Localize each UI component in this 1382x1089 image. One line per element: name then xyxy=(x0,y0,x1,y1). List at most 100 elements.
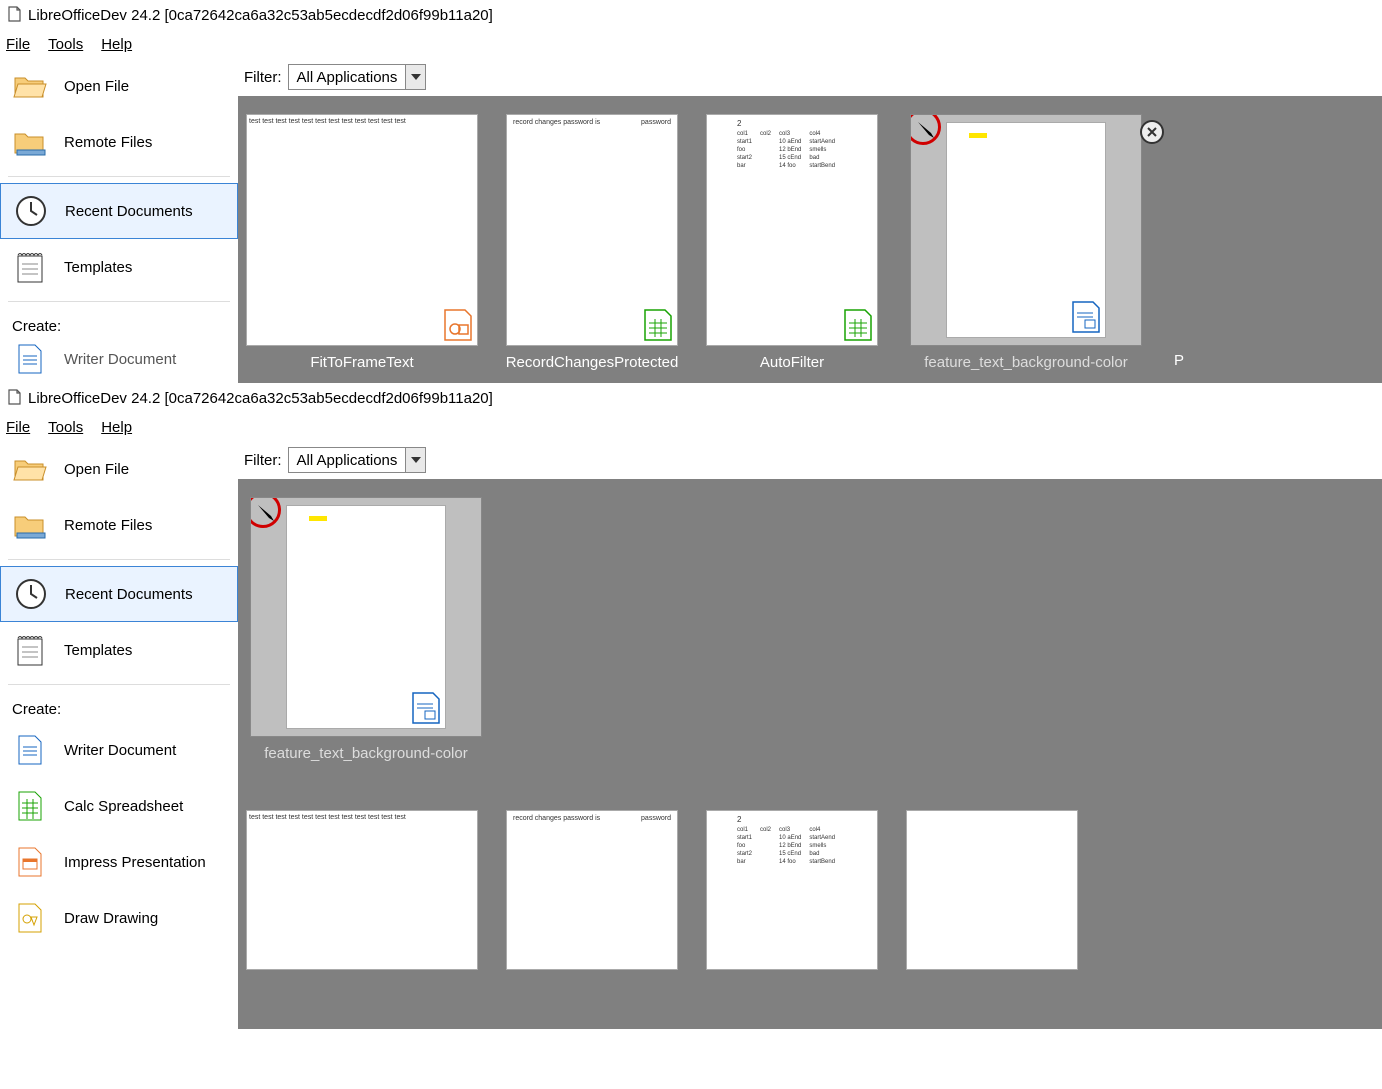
separator xyxy=(8,559,230,560)
impress-icon xyxy=(12,844,48,880)
sidebar-label: Impress Presentation xyxy=(64,854,206,871)
recent-doc[interactable]: record changes password is password Reco… xyxy=(506,114,678,371)
draw-icon xyxy=(12,900,48,936)
filter-label: Filter: xyxy=(244,69,282,86)
menubar: File Tools Help xyxy=(0,30,1382,58)
recent-gallery: test test test test test test test test … xyxy=(238,96,1382,383)
clock-icon xyxy=(13,193,49,229)
writer-file-icon xyxy=(411,692,441,724)
filter-dropdown[interactable]: All Applications xyxy=(288,447,427,473)
menu-file[interactable]: File xyxy=(6,36,30,53)
recent-gallery: feature_text_background-color test test … xyxy=(238,479,1382,1029)
folder-open-icon xyxy=(12,68,48,104)
chevron-down-icon[interactable] xyxy=(405,448,425,472)
main-area: Filter: All Applications xyxy=(238,441,1382,1029)
sidebar-remote-files[interactable]: Remote Files xyxy=(0,497,238,553)
writer-file-icon xyxy=(1071,301,1101,333)
sidebar-remote-files[interactable]: Remote Files xyxy=(0,114,238,170)
filter-value: All Applications xyxy=(289,69,406,86)
sidebar-label: Templates xyxy=(64,642,132,659)
separator xyxy=(8,176,230,177)
sidebar-templates[interactable]: Templates xyxy=(0,622,238,678)
sidebar-writer[interactable]: Writer Document xyxy=(0,722,238,778)
recent-doc[interactable]: 2 col1col2col3col4start110 aEndstartAend… xyxy=(706,810,878,970)
recent-doc-selected[interactable]: feature_text_background-color xyxy=(246,497,486,762)
recent-doc[interactable]: 2 col1col2col3col4start110 aEndstartAend… xyxy=(706,114,878,371)
recent-doc[interactable]: test test test test test test test test … xyxy=(246,810,478,970)
sidebar-label: Writer Document xyxy=(64,351,176,368)
remove-recent-button[interactable] xyxy=(1140,120,1164,144)
menu-tools[interactable]: Tools xyxy=(48,36,83,53)
sidebar-label: Recent Documents xyxy=(65,586,193,603)
templates-icon xyxy=(12,249,48,285)
thumbnail: 2 col1col2col3col4start110 aEndstartAend… xyxy=(706,114,878,346)
doc-preview-table: col1col2col3col4start110 aEndstartAendfo… xyxy=(707,115,877,171)
doc-preview-text: test test test test test test test test … xyxy=(247,811,477,824)
sidebar-templates[interactable]: Templates xyxy=(0,239,238,295)
doc-preview-table: col1col2col3col4start110 aEndstartAendfo… xyxy=(707,811,877,867)
thumb-label: RecordChangesProtected xyxy=(506,354,679,371)
chevron-down-icon[interactable] xyxy=(405,65,425,89)
sidebar-label: Recent Documents xyxy=(65,203,193,220)
menu-help[interactable]: Help xyxy=(101,36,132,53)
menu-help[interactable]: Help xyxy=(101,419,132,436)
sidebar-label: Open File xyxy=(64,78,129,95)
sidebar-open-file[interactable]: Open File xyxy=(0,441,238,497)
highlight-mark xyxy=(309,516,327,521)
thumb-label-partial: P xyxy=(1174,352,1182,371)
thumbnail xyxy=(906,810,1078,970)
sidebar-calc[interactable]: Calc Spreadsheet xyxy=(0,778,238,834)
titlebar: LibreOfficeDev 24.2 [0ca72642ca6a32c53ab… xyxy=(0,0,1382,30)
remote-folder-icon xyxy=(12,507,48,543)
titlebar: LibreOfficeDev 24.2 [0ca72642ca6a32c53ab… xyxy=(0,383,1382,413)
filter-row: Filter: All Applications xyxy=(238,58,1382,96)
app-icon xyxy=(6,389,22,408)
doc-preview-text: test test test test test test test test … xyxy=(247,115,477,128)
sidebar-label: Remote Files xyxy=(64,134,152,151)
writer-icon xyxy=(12,732,48,768)
filter-label: Filter: xyxy=(244,452,282,469)
thumbnail: test test test test test test test test … xyxy=(246,114,478,346)
highlight-mark xyxy=(969,133,987,138)
remote-folder-icon xyxy=(12,124,48,160)
app-icon xyxy=(6,6,22,25)
recent-doc-selected[interactable]: feature_text_background-color xyxy=(906,114,1146,371)
thumbnail-selected xyxy=(250,497,482,737)
calc-file-icon xyxy=(843,309,873,341)
templates-icon xyxy=(12,632,48,668)
calc-file-icon xyxy=(643,309,673,341)
filter-dropdown[interactable]: All Applications xyxy=(288,64,427,90)
separator xyxy=(8,684,230,685)
main-area: Filter: All Applications test test test … xyxy=(238,58,1382,383)
sidebar-impress[interactable]: Impress Presentation xyxy=(0,834,238,890)
separator xyxy=(8,301,230,302)
sidebar: Open File Remote Files Recent Documents xyxy=(0,58,238,383)
writer-icon xyxy=(12,341,48,377)
thumbnail-selected xyxy=(910,114,1142,346)
sidebar-recent-documents[interactable]: Recent Documents xyxy=(0,183,238,239)
sidebar-open-file[interactable]: Open File xyxy=(0,58,238,114)
thumbnail: test test test test test test test test … xyxy=(246,810,478,970)
menu-file[interactable]: File xyxy=(6,419,30,436)
recent-doc[interactable] xyxy=(906,810,1078,970)
calc-icon xyxy=(12,788,48,824)
sidebar-label: Remote Files xyxy=(64,517,152,534)
sidebar-draw[interactable]: Draw Drawing xyxy=(0,890,238,946)
content-row: Open File Remote Files Recent Documents xyxy=(0,441,1382,1029)
recent-doc[interactable]: test test test test test test test test … xyxy=(246,114,478,371)
sidebar-writer-partial[interactable]: Writer Document xyxy=(0,339,238,379)
content-row: Open File Remote Files Recent Documents xyxy=(0,58,1382,383)
sidebar-recent-documents[interactable]: Recent Documents xyxy=(0,566,238,622)
filter-value: All Applications xyxy=(289,452,406,469)
impress-file-icon xyxy=(443,309,473,341)
page-num: 2 xyxy=(737,815,741,824)
recent-doc[interactable]: record changes password is password xyxy=(506,810,678,970)
page-num: 2 xyxy=(737,119,741,128)
create-label: Create: xyxy=(0,691,238,722)
thumb-label: feature_text_background-color xyxy=(264,745,467,762)
window-title: LibreOfficeDev 24.2 [0ca72642ca6a32c53ab… xyxy=(28,7,493,24)
menu-tools[interactable]: Tools xyxy=(48,419,83,436)
thumb-label: FitToFrameText xyxy=(310,354,413,371)
thumb-label: AutoFilter xyxy=(760,354,824,371)
thumbnail: 2 col1col2col3col4start110 aEndstartAend… xyxy=(706,810,878,970)
